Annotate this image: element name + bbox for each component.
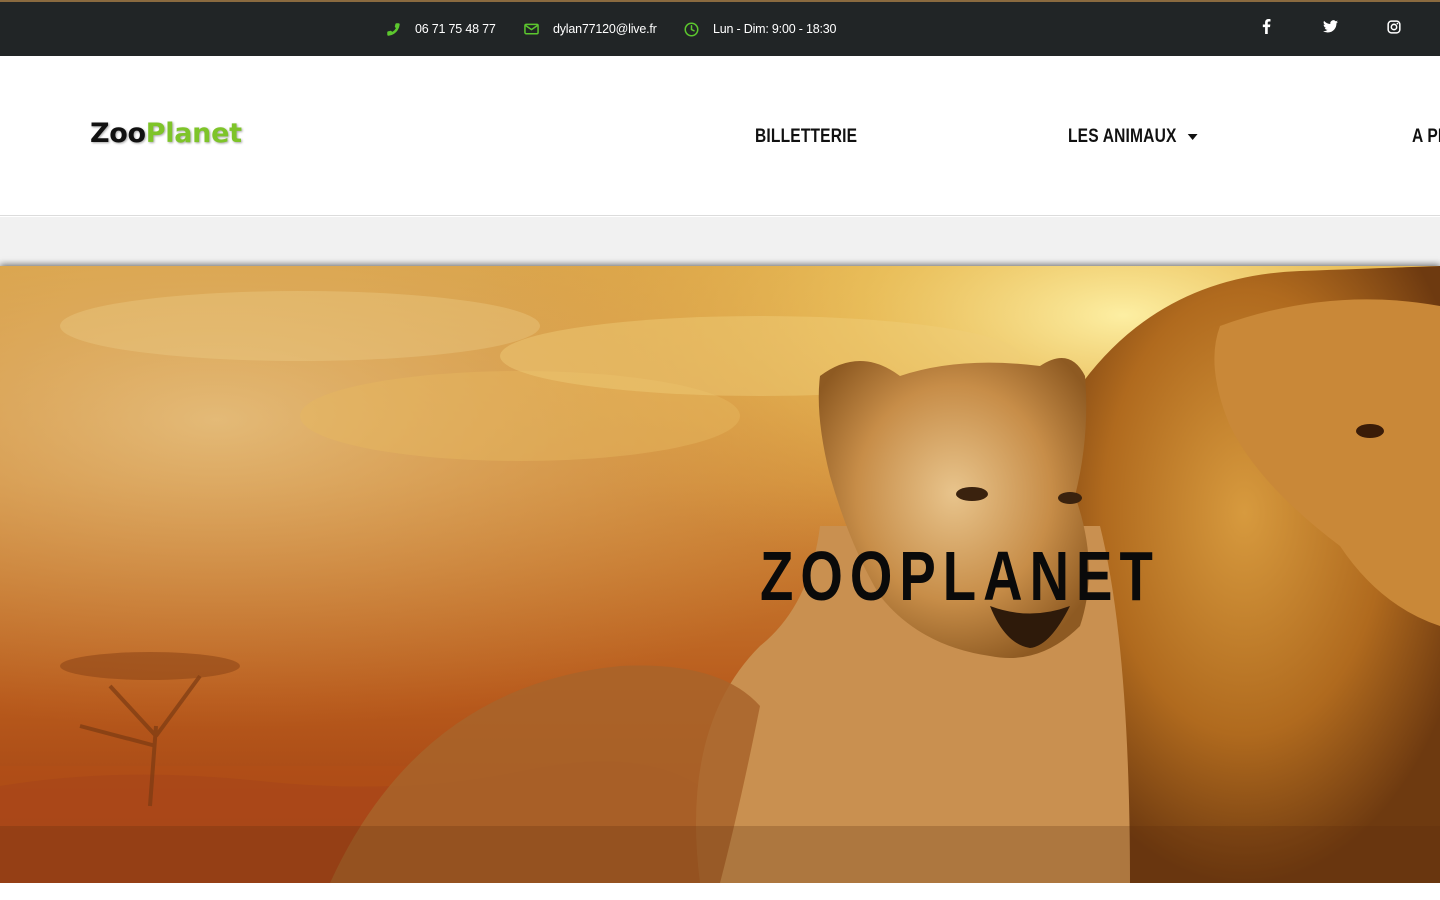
hero-lions-image xyxy=(0,266,1440,883)
nav-item-a-propos[interactable]: A PI xyxy=(1412,122,1440,152)
caret-down-icon xyxy=(1188,134,1198,140)
hero-banner: ZOOPLANET xyxy=(0,266,1440,883)
top-info-bar: 06 71 75 48 77 dylan77120@live.fr Lun - … xyxy=(0,0,1440,56)
logo-text-zoo: Zoo xyxy=(90,118,146,149)
twitter-link[interactable] xyxy=(1322,2,1338,56)
page-bottom-space xyxy=(0,883,1440,900)
site-logo[interactable]: ZooPlanet xyxy=(90,116,242,152)
opening-hours: Lun - Dim: 9:00 - 18:30 xyxy=(684,2,836,56)
facebook-icon xyxy=(1262,19,1271,39)
twitter-icon xyxy=(1322,20,1338,38)
site-header: ZooPlanet BILLETTERIE LES ANIMAUX A PI xyxy=(0,56,1440,216)
facebook-link[interactable] xyxy=(1258,2,1274,56)
contact-email[interactable]: dylan77120@live.fr xyxy=(524,2,657,56)
nav-label-les-animaux: LES ANIMAUX xyxy=(1068,126,1177,147)
logo-text-planet: Planet xyxy=(145,118,242,149)
email-text: dylan77120@live.fr xyxy=(553,22,657,36)
nav-label-a-propos: A PI xyxy=(1412,126,1440,147)
contact-phone[interactable]: 06 71 75 48 77 xyxy=(386,2,496,56)
header-spacer-strip xyxy=(0,217,1440,266)
phone-icon xyxy=(386,22,401,37)
nav-item-les-animaux[interactable]: LES ANIMAUX xyxy=(1068,122,1198,152)
hours-text: Lun - Dim: 9:00 - 18:30 xyxy=(713,22,837,36)
instagram-link[interactable] xyxy=(1386,2,1402,56)
nav-label-billetterie: BILLETTERIE xyxy=(755,126,858,147)
clock-icon xyxy=(684,22,699,37)
instagram-icon xyxy=(1387,19,1401,39)
envelope-icon xyxy=(524,23,539,35)
nav-item-billetterie[interactable]: BILLETTERIE xyxy=(755,122,857,152)
phone-text: 06 71 75 48 77 xyxy=(415,22,496,36)
hero-title: ZOOPLANET xyxy=(760,537,1160,615)
